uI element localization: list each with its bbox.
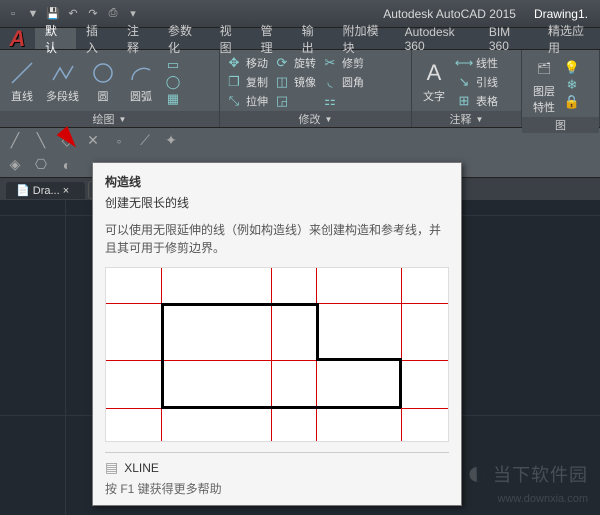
doc-tab[interactable]: 📄 Dra... × [6,182,85,199]
tab-insert[interactable]: 插入 [76,28,117,49]
mirror-button[interactable]: ◫镜像 [272,73,318,91]
misc-tool-1[interactable]: ◈ [4,154,26,176]
polyline-button[interactable]: 多段线 [42,57,83,106]
qat-redo[interactable]: ↷ [84,5,102,23]
annot-panel-label: 注释 [450,111,472,127]
tooltip-help: 按 F1 键获得更多帮助 [105,480,449,497]
layer-lock-icon[interactable]: 🔒 [564,94,580,110]
modify-panel-label: 修改 [299,111,321,127]
qat-more[interactable]: ▾ [124,5,142,23]
helix-tool[interactable]: ✦ [160,130,182,152]
qat-save[interactable]: 💾 [44,5,62,23]
tab-featured[interactable]: 精选应用 [538,28,600,49]
line-button[interactable]: 直线 [4,57,40,106]
divide-tool[interactable]: ◦ [108,130,130,152]
text-button[interactable]: A文字 [416,57,452,106]
tab-parametric[interactable]: 参数化 [158,28,210,49]
ellipse-icon[interactable]: ◯ [165,74,181,90]
linear-button[interactable]: ⟷线性 [454,54,500,72]
stretch-button[interactable]: ⤡拉伸 [224,92,270,110]
rotate-button[interactable]: ⟳旋转 [272,54,318,72]
expand-icon[interactable]: ▼ [476,115,484,124]
trim-button[interactable]: ✂修剪 [320,54,366,72]
layer-freeze-icon[interactable]: ❄ [564,77,580,93]
tab-default[interactable]: 默认 [35,28,76,49]
fillet-button[interactable]: ◟圆角 [320,73,366,91]
tab-bim360[interactable]: BIM 360 [479,28,538,49]
qat-print[interactable]: ⎙ [104,5,122,23]
tooltip-sub: 创建无限长的线 [105,194,449,211]
tab-manage[interactable]: 管理 [251,28,292,49]
layer-prop-button[interactable]: 🗂图层 特性 [526,52,562,117]
app-menu[interactable]: A [0,28,35,49]
doc-title: Drawing1. [534,7,588,21]
spline-tool[interactable]: ✕ [82,130,104,152]
watermark: ◐ 当下软件园 www.downxia.com [466,454,588,505]
ray-tool[interactable]: ╲ [30,130,52,152]
misc-tool-2[interactable]: ⎔ [30,154,52,176]
command-icon: ▤ [105,459,118,476]
table-button[interactable]: ⊞表格 [454,92,500,110]
arc-button[interactable]: 圆弧 [123,57,159,106]
tooltip-image [105,267,449,442]
hatch-icon[interactable]: ▦ [165,91,181,107]
region-tool[interactable]: ⟋ [134,130,156,152]
expand-icon[interactable]: ▼ [325,115,333,124]
tooltip: 构造线 创建无限长的线 可以使用无限延伸的线（例如构造线）来创建构造和参考线，并… [92,162,462,506]
qat-undo[interactable]: ↶ [64,5,82,23]
circle-button[interactable]: 圆 [85,57,121,106]
tab-view[interactable]: 视图 [210,28,251,49]
tab-a360[interactable]: Autodesk 360 [395,28,479,49]
tooltip-cmd: XLINE [124,461,159,475]
array-button[interactable]: ⚏ [320,92,366,110]
draw-panel-label: 绘图 [93,111,115,127]
xline-tool[interactable]: ╱ [4,130,26,152]
qat-new[interactable]: ▫ [4,5,22,23]
scale-button[interactable]: ◲ [272,92,318,110]
move-button[interactable]: ✥移动 [224,54,270,72]
app-title: Autodesk AutoCAD 2015 [383,7,516,21]
leader-button[interactable]: ↘引线 [454,73,500,91]
tab-addins[interactable]: 附加模块 [333,28,395,49]
layer-on-icon[interactable]: 💡 [564,60,580,76]
misc-tool-3[interactable]: ◐ [56,154,78,176]
rect-icon[interactable]: ▭ [165,57,181,73]
tab-annotate[interactable]: 注释 [117,28,158,49]
tooltip-title: 构造线 [105,173,449,190]
copy-button[interactable]: ❐复制 [224,73,270,91]
tooltip-desc: 可以使用无限延伸的线（例如构造线）来创建构造和参考线，并且其可用于修剪边界。 [105,221,449,257]
layer-panel-label: 图 [555,117,566,133]
tab-output[interactable]: 输出 [292,28,333,49]
qat-open[interactable]: ▼ [24,5,42,23]
expand-icon[interactable]: ▼ [119,115,127,124]
